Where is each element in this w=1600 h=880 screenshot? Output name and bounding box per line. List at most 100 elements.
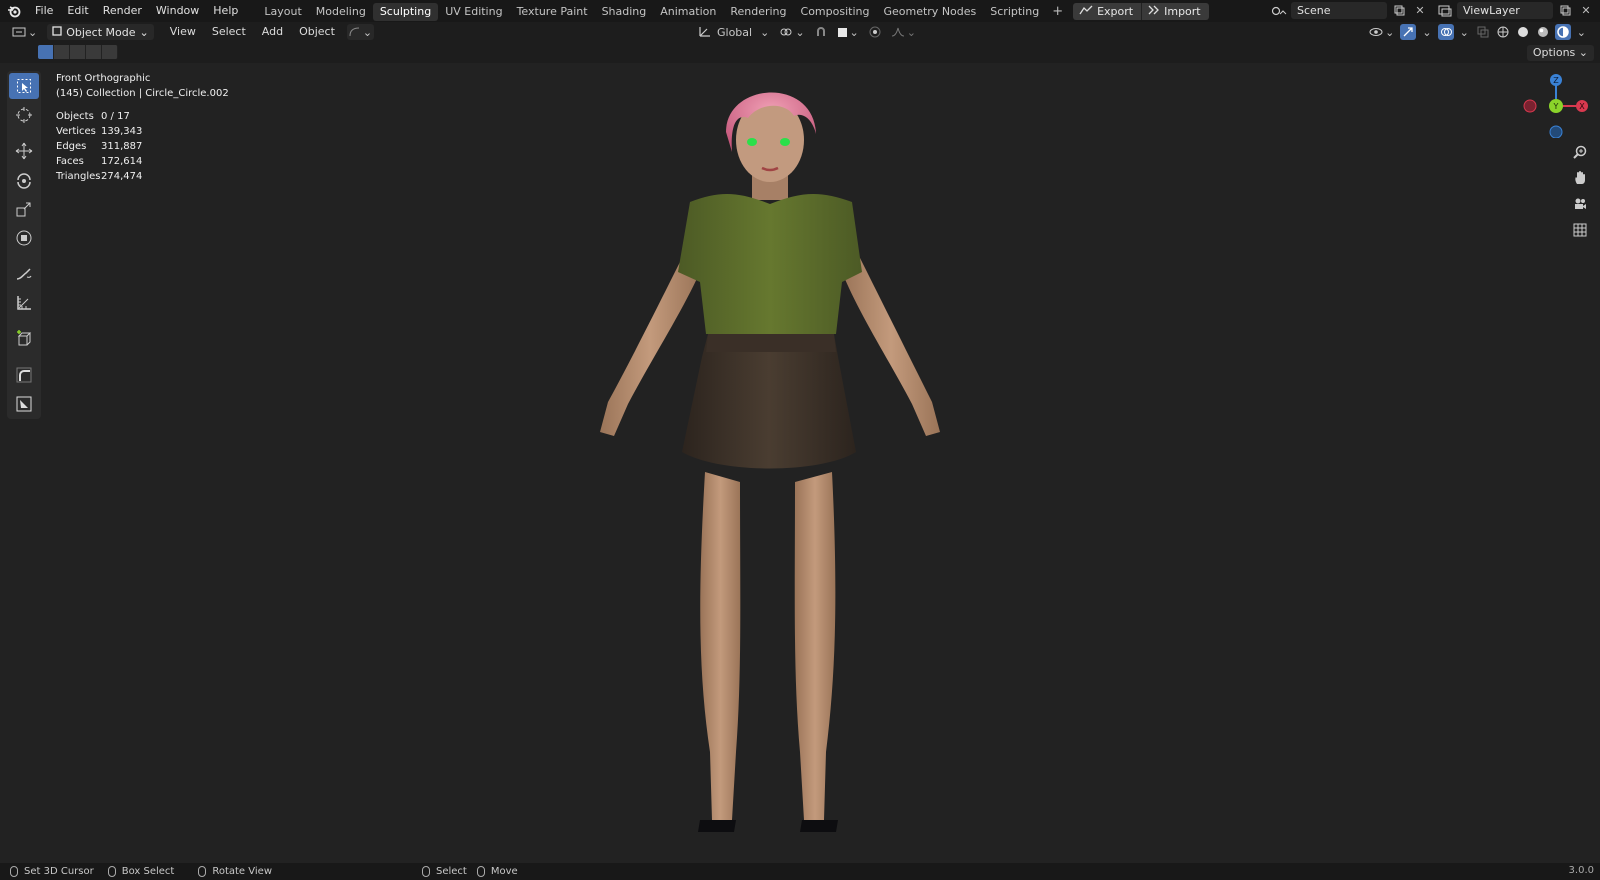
transform-orientation-dropdown[interactable]: Global ⌄ xyxy=(696,24,771,40)
export-label: Export xyxy=(1097,5,1134,18)
measure-tool[interactable] xyxy=(9,290,39,316)
options-dropdown[interactable]: Options ⌄ xyxy=(1526,45,1594,61)
view-layer-icon[interactable] xyxy=(1436,2,1454,19)
rotate-tool[interactable] xyxy=(9,167,39,193)
tool-shelf xyxy=(7,71,41,419)
menu-file[interactable]: File xyxy=(28,0,60,22)
gizmo-toggle[interactable] xyxy=(1400,24,1417,40)
tool-settings-row: Options ⌄ xyxy=(0,43,1600,63)
snap-toggle[interactable] xyxy=(813,24,829,40)
tab-compositing[interactable]: Compositing xyxy=(794,3,877,21)
tab-animation[interactable]: Animation xyxy=(653,3,723,21)
wireframe-shading-button[interactable] xyxy=(1495,24,1511,40)
grid-icon[interactable] xyxy=(1570,220,1590,240)
scene-icon[interactable] xyxy=(1270,2,1288,19)
menu-select[interactable]: Select xyxy=(204,22,254,42)
view-layer-selector: ViewLayer ✕ xyxy=(1436,2,1595,19)
tab-layout[interactable]: Layout xyxy=(257,3,308,21)
hint-label: Select xyxy=(436,866,467,877)
pivot-point-dropdown[interactable]: ⌄ xyxy=(777,24,806,40)
delete-scene-icon[interactable]: ✕ xyxy=(1411,2,1429,19)
menu-view[interactable]: View xyxy=(162,22,204,42)
new-scene-icon[interactable] xyxy=(1390,2,1408,19)
viewport-menu: View Select Add Object xyxy=(162,22,343,42)
select-extend-icon[interactable] xyxy=(54,45,70,59)
chevron-down-icon: ⌄ xyxy=(1578,46,1588,59)
gizmo-z-label: Z xyxy=(1553,76,1559,85)
proportional-editing-toggle[interactable] xyxy=(867,24,883,40)
select-difference-icon[interactable] xyxy=(86,45,102,59)
mouse-right-drag-icon xyxy=(476,866,485,877)
menu-add[interactable]: Add xyxy=(254,22,291,42)
gizmo-neg-x-axis[interactable] xyxy=(1523,99,1537,113)
menu-render[interactable]: Render xyxy=(96,0,149,22)
selection-mode-group xyxy=(38,45,118,59)
snap-target-dropdown[interactable]: ⌄ xyxy=(835,24,861,40)
tab-geometry-nodes[interactable]: Geometry Nodes xyxy=(876,3,983,21)
stat-value: 0 / 17 xyxy=(101,111,130,122)
tab-uv-editing[interactable]: UV Editing xyxy=(438,3,509,21)
import-button[interactable]: Import xyxy=(1141,3,1209,20)
shading-dropdown[interactable]: ⌄ xyxy=(346,24,375,40)
tab-rendering[interactable]: Rendering xyxy=(723,3,793,21)
mode-dropdown[interactable]: Object Mode ⌄ xyxy=(47,24,154,40)
menu-object[interactable]: Object xyxy=(291,22,343,42)
add-workspace-button[interactable]: + xyxy=(1046,3,1069,21)
tab-sculpting[interactable]: Sculpting xyxy=(372,3,439,21)
gizmo-neg-z-axis[interactable] xyxy=(1549,125,1563,138)
view-name: Front Orthographic xyxy=(56,73,151,84)
visibility-dropdown[interactable]: ⌄ xyxy=(1367,24,1396,40)
blender-logo-icon[interactable] xyxy=(0,0,28,22)
hint-move: Move xyxy=(476,866,518,877)
select-new-icon[interactable] xyxy=(38,45,54,59)
export-button[interactable]: Export xyxy=(1073,3,1142,20)
shading-options-dropdown[interactable]: ⌄ xyxy=(1575,24,1588,40)
proportional-falloff-dropdown[interactable]: ⌄ xyxy=(889,24,918,40)
pan-hand-icon[interactable] xyxy=(1570,168,1590,188)
add-cube-tool[interactable] xyxy=(9,326,39,352)
overlays-toggle[interactable] xyxy=(1437,24,1454,40)
menu-help[interactable]: Help xyxy=(206,0,245,22)
select-box-tool[interactable] xyxy=(9,73,39,99)
menu-edit[interactable]: Edit xyxy=(60,0,95,22)
scene-name-field[interactable]: Scene xyxy=(1291,2,1387,19)
solid-shading-button[interactable] xyxy=(1515,24,1531,40)
chevron-down-icon: ⌄ xyxy=(28,25,38,39)
extrude-tool[interactable] xyxy=(9,391,39,417)
rendered-shading-button[interactable] xyxy=(1554,24,1571,40)
camera-icon[interactable] xyxy=(1570,194,1590,214)
chevron-down-icon: ⌄ xyxy=(906,25,916,39)
move-tool[interactable] xyxy=(9,138,39,164)
view-layer-field[interactable]: ViewLayer xyxy=(1457,2,1553,19)
select-intersect-icon[interactable] xyxy=(102,45,118,59)
xray-toggle[interactable] xyxy=(1475,24,1491,40)
annotate-tool[interactable] xyxy=(9,261,39,287)
hint-label: Move xyxy=(490,866,518,877)
options-label: Options xyxy=(1532,46,1576,59)
hint-set-3d-cursor: Set 3D Cursor xyxy=(10,866,94,877)
character-model[interactable] xyxy=(590,72,980,858)
delete-view-layer-icon[interactable]: ✕ xyxy=(1577,2,1595,19)
tab-modeling[interactable]: Modeling xyxy=(309,3,373,21)
menu-window[interactable]: Window xyxy=(149,0,206,22)
stat-row: Objects 0 / 17 xyxy=(56,109,142,124)
tab-texture-paint[interactable]: Texture Paint xyxy=(510,3,595,21)
hint-label: Rotate View xyxy=(212,866,272,877)
hint-label: Set 3D Cursor xyxy=(24,866,94,877)
collection-info: (145) Collection | Circle_Circle.002 xyxy=(56,88,229,99)
gizmo-dropdown[interactable]: ⌄ xyxy=(1420,24,1433,40)
shear-tool[interactable] xyxy=(9,362,39,388)
select-subtract-icon[interactable] xyxy=(70,45,86,59)
scale-tool[interactable] xyxy=(9,196,39,222)
material-shading-button[interactable] xyxy=(1535,24,1551,40)
new-view-layer-icon[interactable] xyxy=(1556,2,1574,19)
tab-scripting[interactable]: Scripting xyxy=(983,3,1046,21)
tab-shading[interactable]: Shading xyxy=(595,3,654,21)
navigation-gizmo[interactable]: Z X Y xyxy=(1520,74,1590,138)
zoom-icon[interactable] xyxy=(1570,142,1590,162)
editor-type-dropdown[interactable]: ⌄ xyxy=(10,24,39,40)
hint-box-select: Box Select xyxy=(107,866,174,877)
cursor-tool[interactable] xyxy=(9,102,39,128)
transform-tool[interactable] xyxy=(9,225,39,251)
overlays-dropdown[interactable]: ⌄ xyxy=(1458,24,1471,40)
